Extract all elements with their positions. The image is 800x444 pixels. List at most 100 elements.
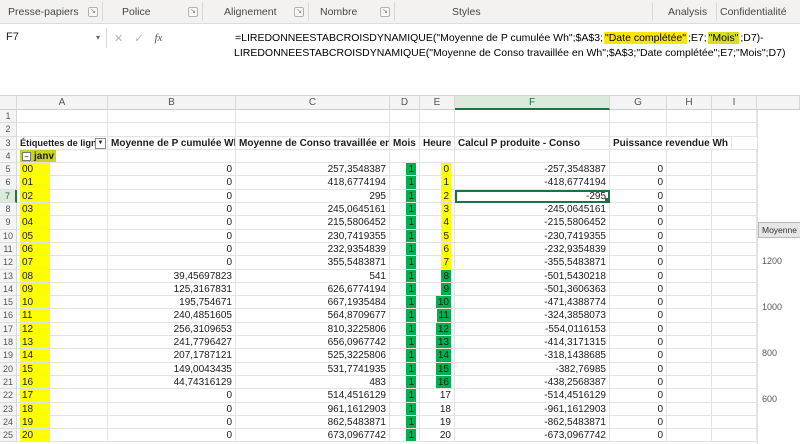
column-header-I[interactable]: I: [712, 96, 757, 110]
cell-I18[interactable]: [712, 336, 757, 349]
cell-C16[interactable]: 564,8709677: [236, 309, 390, 322]
cell-G16[interactable]: 0: [610, 309, 667, 322]
cell-A7[interactable]: 02: [17, 190, 108, 203]
cell-F5[interactable]: -257,3548387: [455, 163, 610, 176]
cell-H19[interactable]: [667, 349, 712, 362]
fill-handle[interactable]: [605, 198, 609, 202]
cell-C25[interactable]: 673,0967742: [236, 429, 390, 442]
cell-H17[interactable]: [667, 323, 712, 336]
cell-I1[interactable]: [712, 110, 757, 123]
cell-B13[interactable]: 39,45697823: [108, 270, 236, 283]
cell-D18[interactable]: 1: [390, 336, 420, 349]
cell-D9[interactable]: 1: [390, 216, 420, 229]
row-header-25[interactable]: 25: [0, 429, 17, 442]
cell-H13[interactable]: [667, 270, 712, 283]
cell-A11[interactable]: 06: [17, 243, 108, 256]
column-header-B[interactable]: B: [108, 96, 236, 110]
cell-H6[interactable]: [667, 176, 712, 189]
cell-E13[interactable]: 8: [420, 270, 455, 283]
cell-B18[interactable]: 241,7796427: [108, 336, 236, 349]
cell-E3[interactable]: Heure: [420, 137, 455, 150]
cell-I24[interactable]: [712, 416, 757, 429]
cell-C3[interactable]: Moyenne de Conso travaillée en Wh: [236, 137, 390, 150]
cell-G15[interactable]: 0: [610, 296, 667, 309]
column-header-G[interactable]: G: [610, 96, 667, 110]
cell-B22[interactable]: 0: [108, 389, 236, 402]
cell-I15[interactable]: [712, 296, 757, 309]
cell-D10[interactable]: 1: [390, 230, 420, 243]
cell-C14[interactable]: 626,6774194: [236, 283, 390, 296]
cell-F21[interactable]: -438,2568387: [455, 376, 610, 389]
cell-D2[interactable]: [390, 123, 420, 136]
cell-D13[interactable]: 1: [390, 270, 420, 283]
cell-G6[interactable]: 0: [610, 176, 667, 189]
cell-G22[interactable]: 0: [610, 389, 667, 402]
column-header-C[interactable]: C: [236, 96, 390, 110]
formula-input[interactable]: =LIREDONNEESTABCROISDYNAMIQUE("Moyenne d…: [234, 31, 796, 61]
cell-D19[interactable]: 1: [390, 349, 420, 362]
cell-H15[interactable]: [667, 296, 712, 309]
cell-F22[interactable]: -514,4516129: [455, 389, 610, 402]
cell-C11[interactable]: 232,9354839: [236, 243, 390, 256]
cell-B7[interactable]: 0: [108, 190, 236, 203]
cell-G8[interactable]: 0: [610, 203, 667, 216]
cell-D12[interactable]: 1: [390, 256, 420, 269]
cell-E9[interactable]: 4: [420, 216, 455, 229]
cell-G10[interactable]: 0: [610, 230, 667, 243]
chart-field-button[interactable]: Moyenne: [758, 222, 800, 238]
cell-F3[interactable]: Calcul P produite - Conso: [455, 137, 610, 150]
cell-E2[interactable]: [420, 123, 455, 136]
cell-G9[interactable]: 0: [610, 216, 667, 229]
cell-D3[interactable]: Mois: [390, 137, 420, 150]
cell-B24[interactable]: 0: [108, 416, 236, 429]
cell-A25[interactable]: 20: [17, 429, 108, 442]
cell-D25[interactable]: 1: [390, 429, 420, 442]
cell-H20[interactable]: [667, 363, 712, 376]
cell-H5[interactable]: [667, 163, 712, 176]
cell-I14[interactable]: [712, 283, 757, 296]
cell-E7[interactable]: 2: [420, 190, 455, 203]
row-header-1[interactable]: 1: [0, 110, 17, 123]
cell-B25[interactable]: 0: [108, 429, 236, 442]
cell-E8[interactable]: 3: [420, 203, 455, 216]
cell-E22[interactable]: 17: [420, 389, 455, 402]
cell-A18[interactable]: 13: [17, 336, 108, 349]
cell-E18[interactable]: 13: [420, 336, 455, 349]
cell-I5[interactable]: [712, 163, 757, 176]
column-header-E[interactable]: E: [420, 96, 455, 110]
cell-G5[interactable]: 0: [610, 163, 667, 176]
cell-H14[interactable]: [667, 283, 712, 296]
row-header-22[interactable]: 22: [0, 389, 17, 402]
cell-E24[interactable]: 19: [420, 416, 455, 429]
cell-I4[interactable]: [712, 150, 757, 163]
cell-C18[interactable]: 656,0967742: [236, 336, 390, 349]
filter-dropdown-icon[interactable]: ▼: [95, 138, 106, 149]
cell-H7[interactable]: [667, 190, 712, 203]
cell-C4[interactable]: [236, 150, 390, 163]
cell-A23[interactable]: 18: [17, 403, 108, 416]
cell-G4[interactable]: [610, 150, 667, 163]
cell-I17[interactable]: [712, 323, 757, 336]
cell-H16[interactable]: [667, 309, 712, 322]
cell-G3[interactable]: Puissance revendue Wh: [610, 137, 732, 150]
cell-A4[interactable]: −janv: [17, 150, 108, 163]
selected-cell-F7[interactable]: -295: [455, 190, 610, 203]
cell-A16[interactable]: 11: [17, 309, 108, 322]
cell-D20[interactable]: 1: [390, 363, 420, 376]
cell-H25[interactable]: [667, 429, 712, 442]
cell-A24[interactable]: 19: [17, 416, 108, 429]
row-header-10[interactable]: 10: [0, 230, 17, 243]
cell-C20[interactable]: 531,7741935: [236, 363, 390, 376]
cell-F17[interactable]: -554,0116153: [455, 323, 610, 336]
cell-D21[interactable]: 1: [390, 376, 420, 389]
cell-F20[interactable]: -382,76985: [455, 363, 610, 376]
cell-A2[interactable]: [17, 123, 108, 136]
cell-I25[interactable]: [712, 429, 757, 442]
cell-B19[interactable]: 207,1787121: [108, 349, 236, 362]
cell-C13[interactable]: 541: [236, 270, 390, 283]
cell-G1[interactable]: [610, 110, 667, 123]
cell-E15[interactable]: 10: [420, 296, 455, 309]
cell-B6[interactable]: 0: [108, 176, 236, 189]
cell-E12[interactable]: 7: [420, 256, 455, 269]
row-header-19[interactable]: 19: [0, 349, 17, 362]
